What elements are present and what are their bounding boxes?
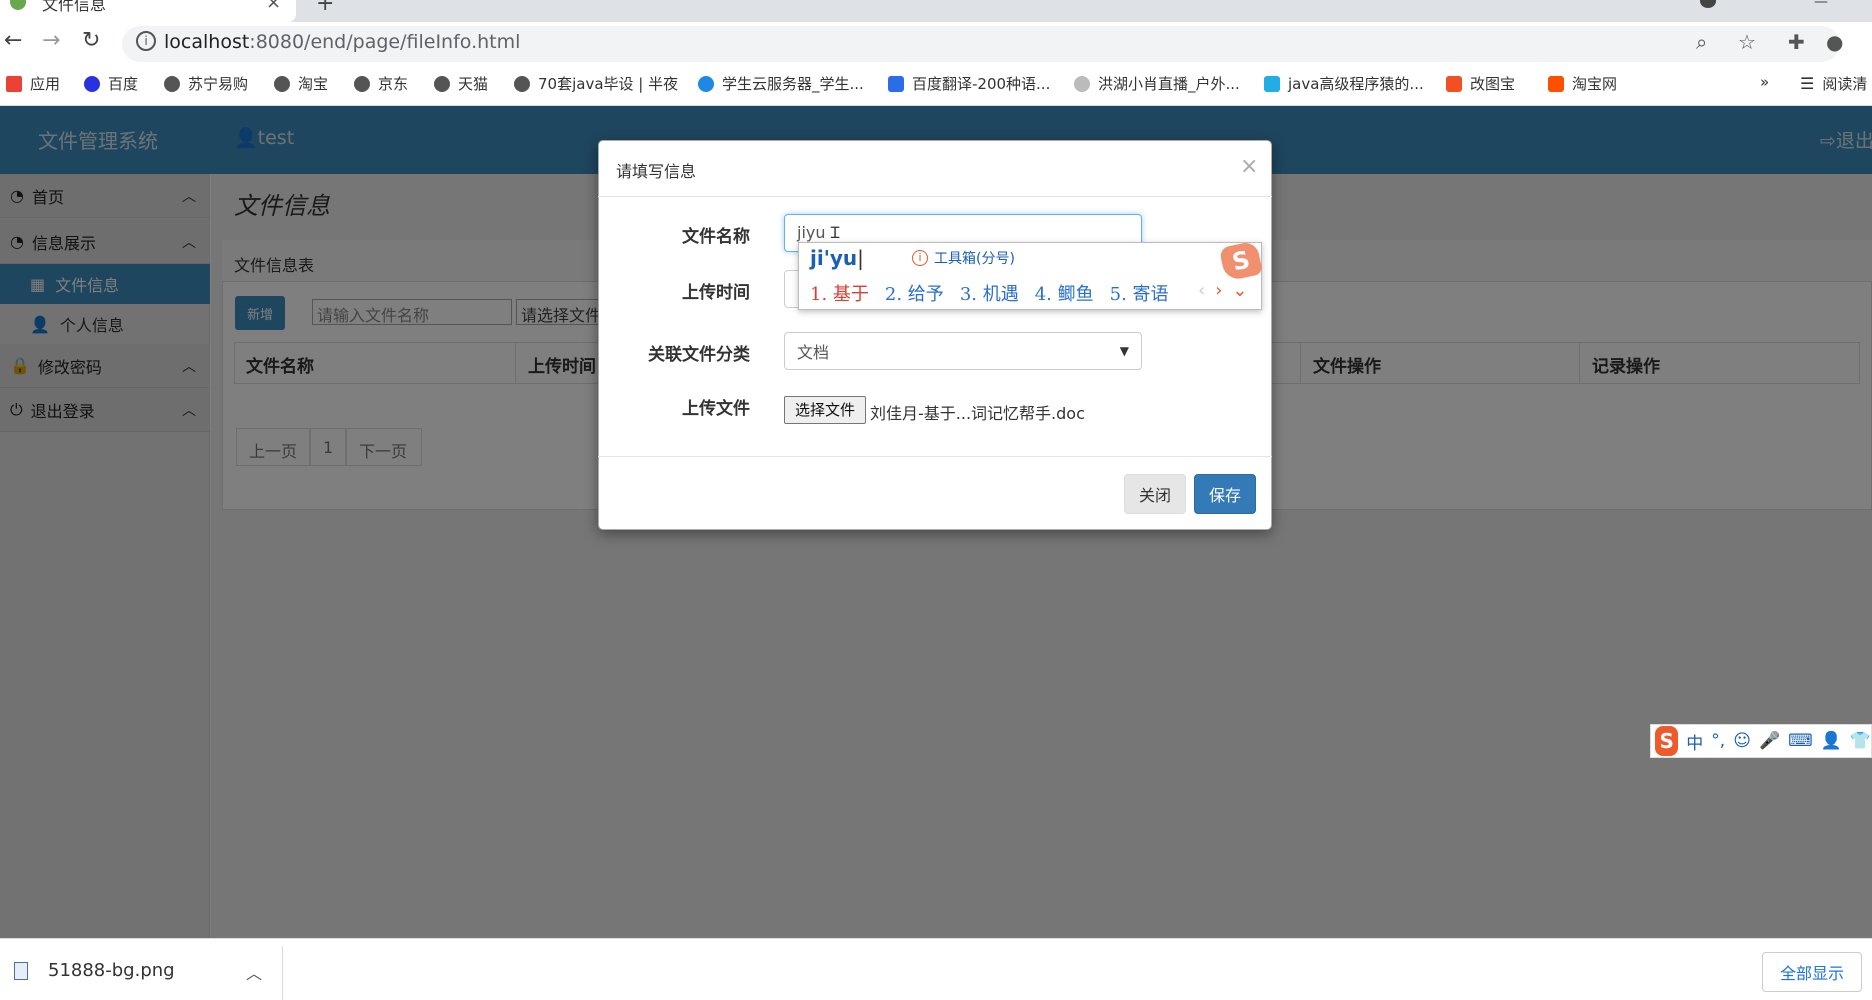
bookmark-tmall[interactable]: 天猫 [434, 73, 488, 94]
chevron-down-icon: ▼ [1119, 344, 1129, 358]
reading-list[interactable]: ☰ 阅读清 [1800, 73, 1867, 94]
bookmark-jd[interactable]: 京东 [354, 73, 408, 94]
baidu-paw-icon [84, 75, 100, 92]
ime-candidates: 1. 基于 2. 给予 3. 机遇 4. 鲫鱼 5. 寄语 [810, 280, 1169, 306]
taobao-icon [1548, 75, 1564, 92]
chosen-file-name: 刘佳月-基于...词记忆帮手.doc [870, 404, 1085, 423]
minimize-icon[interactable]: — [1814, 0, 1828, 10]
bookmark-baidu-translate[interactable]: 百度翻译-200种语... [888, 73, 1050, 94]
choose-file-button[interactable]: 选择文件 [784, 396, 866, 424]
modal-title: 请填写信息 [616, 162, 697, 181]
zoom-icon[interactable]: ⌕ [1696, 30, 1707, 54]
category-select[interactable]: 文档 ▼ [784, 332, 1142, 370]
download-item-name[interactable]: 51888-bg.png [48, 960, 175, 981]
bookmark-star-icon[interactable]: ☆ [1738, 30, 1756, 54]
chevron-down-icon[interactable]: ⌄ [1232, 280, 1247, 301]
bookmark-gaitubao[interactable]: 改图宝 [1446, 73, 1515, 94]
chevron-right-icon[interactable]: › [1215, 280, 1222, 301]
live-icon [1074, 75, 1090, 92]
microphone-icon[interactable]: 🎤 [1759, 731, 1780, 751]
save-button[interactable]: 保存 [1194, 474, 1256, 514]
punctuation-icon[interactable]: °, [1711, 731, 1725, 751]
modal-close-icon[interactable]: × [1240, 154, 1258, 179]
globe-icon [164, 75, 180, 92]
ime-composition: ji'yu| [810, 246, 864, 270]
show-all-downloads-button[interactable]: 全部显示 [1762, 952, 1862, 992]
upload-file-label: 上传文件 [682, 399, 750, 419]
modal-divider [598, 456, 1272, 457]
bookmark-apps[interactable]: 应用 [6, 73, 60, 94]
apps-grid-icon [6, 75, 22, 92]
chevron-left-icon[interactable]: ‹ [1198, 280, 1205, 301]
bookmark-taobao[interactable]: 淘宝 [274, 73, 328, 94]
url-text[interactable]: localhost:8080/end/page/fileInfo.html [164, 31, 520, 53]
modal-divider [598, 196, 1272, 197]
bookmark-bilibili[interactable]: java高级程序猿的... [1264, 73, 1424, 94]
profile-avatar-icon[interactable]: ● [1826, 30, 1843, 54]
chevron-up-icon[interactable]: ︿ [246, 960, 262, 984]
bookmark-baidu[interactable]: 百度 [84, 73, 138, 94]
bookmark-student-cloud[interactable]: 学生云服务器_学生... [698, 73, 864, 94]
bookmark-java-projects[interactable]: 70套java毕设 | 半夜 [514, 73, 678, 94]
upload-time-label: 上传时间 [682, 283, 750, 303]
ime-candidate[interactable]: 1. 基于 [810, 280, 869, 306]
keyboard-icon[interactable]: ⌨ [1788, 731, 1813, 751]
close-button[interactable]: 关闭 [1124, 474, 1186, 514]
site-info-icon[interactable]: i [136, 31, 156, 51]
download-bar [0, 938, 1872, 1000]
bookmark-live[interactable]: 洪湖小肖直播_户外... [1074, 73, 1240, 94]
cloud-icon [698, 75, 714, 92]
globe-icon [434, 75, 450, 92]
bookmark-taobao-net[interactable]: 淘宝网 [1548, 73, 1617, 94]
new-tab-icon[interactable]: + [316, 0, 334, 16]
bookmark-suning[interactable]: 苏宁易购 [164, 73, 248, 94]
globe-icon [514, 75, 530, 92]
tab-title[interactable]: 文件信息 [42, 0, 106, 15]
ime-status-bar: S 中 °, ☺ 🎤 ⌨ 👤 👕 [1650, 724, 1872, 758]
ime-candidate[interactable]: 4. 鲫鱼 [1035, 280, 1094, 306]
image-icon [1446, 75, 1462, 92]
user-icon[interactable]: 👤 [1821, 731, 1842, 751]
ime-candidate[interactable]: 5. 寄语 [1110, 280, 1169, 306]
globe-icon [274, 75, 290, 92]
download-divider [282, 946, 283, 1000]
skin-icon[interactable]: 👕 [1850, 731, 1871, 751]
info-icon: i [912, 250, 928, 266]
globe-icon [354, 75, 370, 92]
reading-list-icon: ☰ [1800, 74, 1815, 93]
file-name-label: 文件名称 [682, 227, 750, 247]
bookmarks-overflow-icon[interactable]: » [1760, 73, 1769, 91]
ime-paging: ‹ › ⌄ [1198, 280, 1248, 301]
ime-candidate[interactable]: 2. 给予 [885, 280, 944, 306]
extensions-icon[interactable]: ✚ [1788, 30, 1805, 54]
tab-close-icon[interactable]: × [266, 0, 281, 13]
category-label: 关联文件分类 [648, 345, 750, 365]
chinese-mode-icon[interactable]: 中 [1686, 729, 1703, 754]
ime-candidate[interactable]: 3. 机遇 [960, 280, 1019, 306]
translate-icon [888, 75, 904, 92]
sogou-logo-icon[interactable]: S [1655, 726, 1679, 756]
back-icon[interactable]: ← [4, 28, 22, 53]
image-file-icon [14, 962, 28, 980]
forward-icon[interactable]: → [42, 28, 60, 53]
ime-toolbox-link[interactable]: i 工具箱(分号) [912, 248, 1015, 268]
reload-icon[interactable]: ↻ [82, 28, 100, 53]
emoji-icon[interactable]: ☺ [1733, 731, 1751, 751]
bilibili-icon [1264, 75, 1280, 92]
